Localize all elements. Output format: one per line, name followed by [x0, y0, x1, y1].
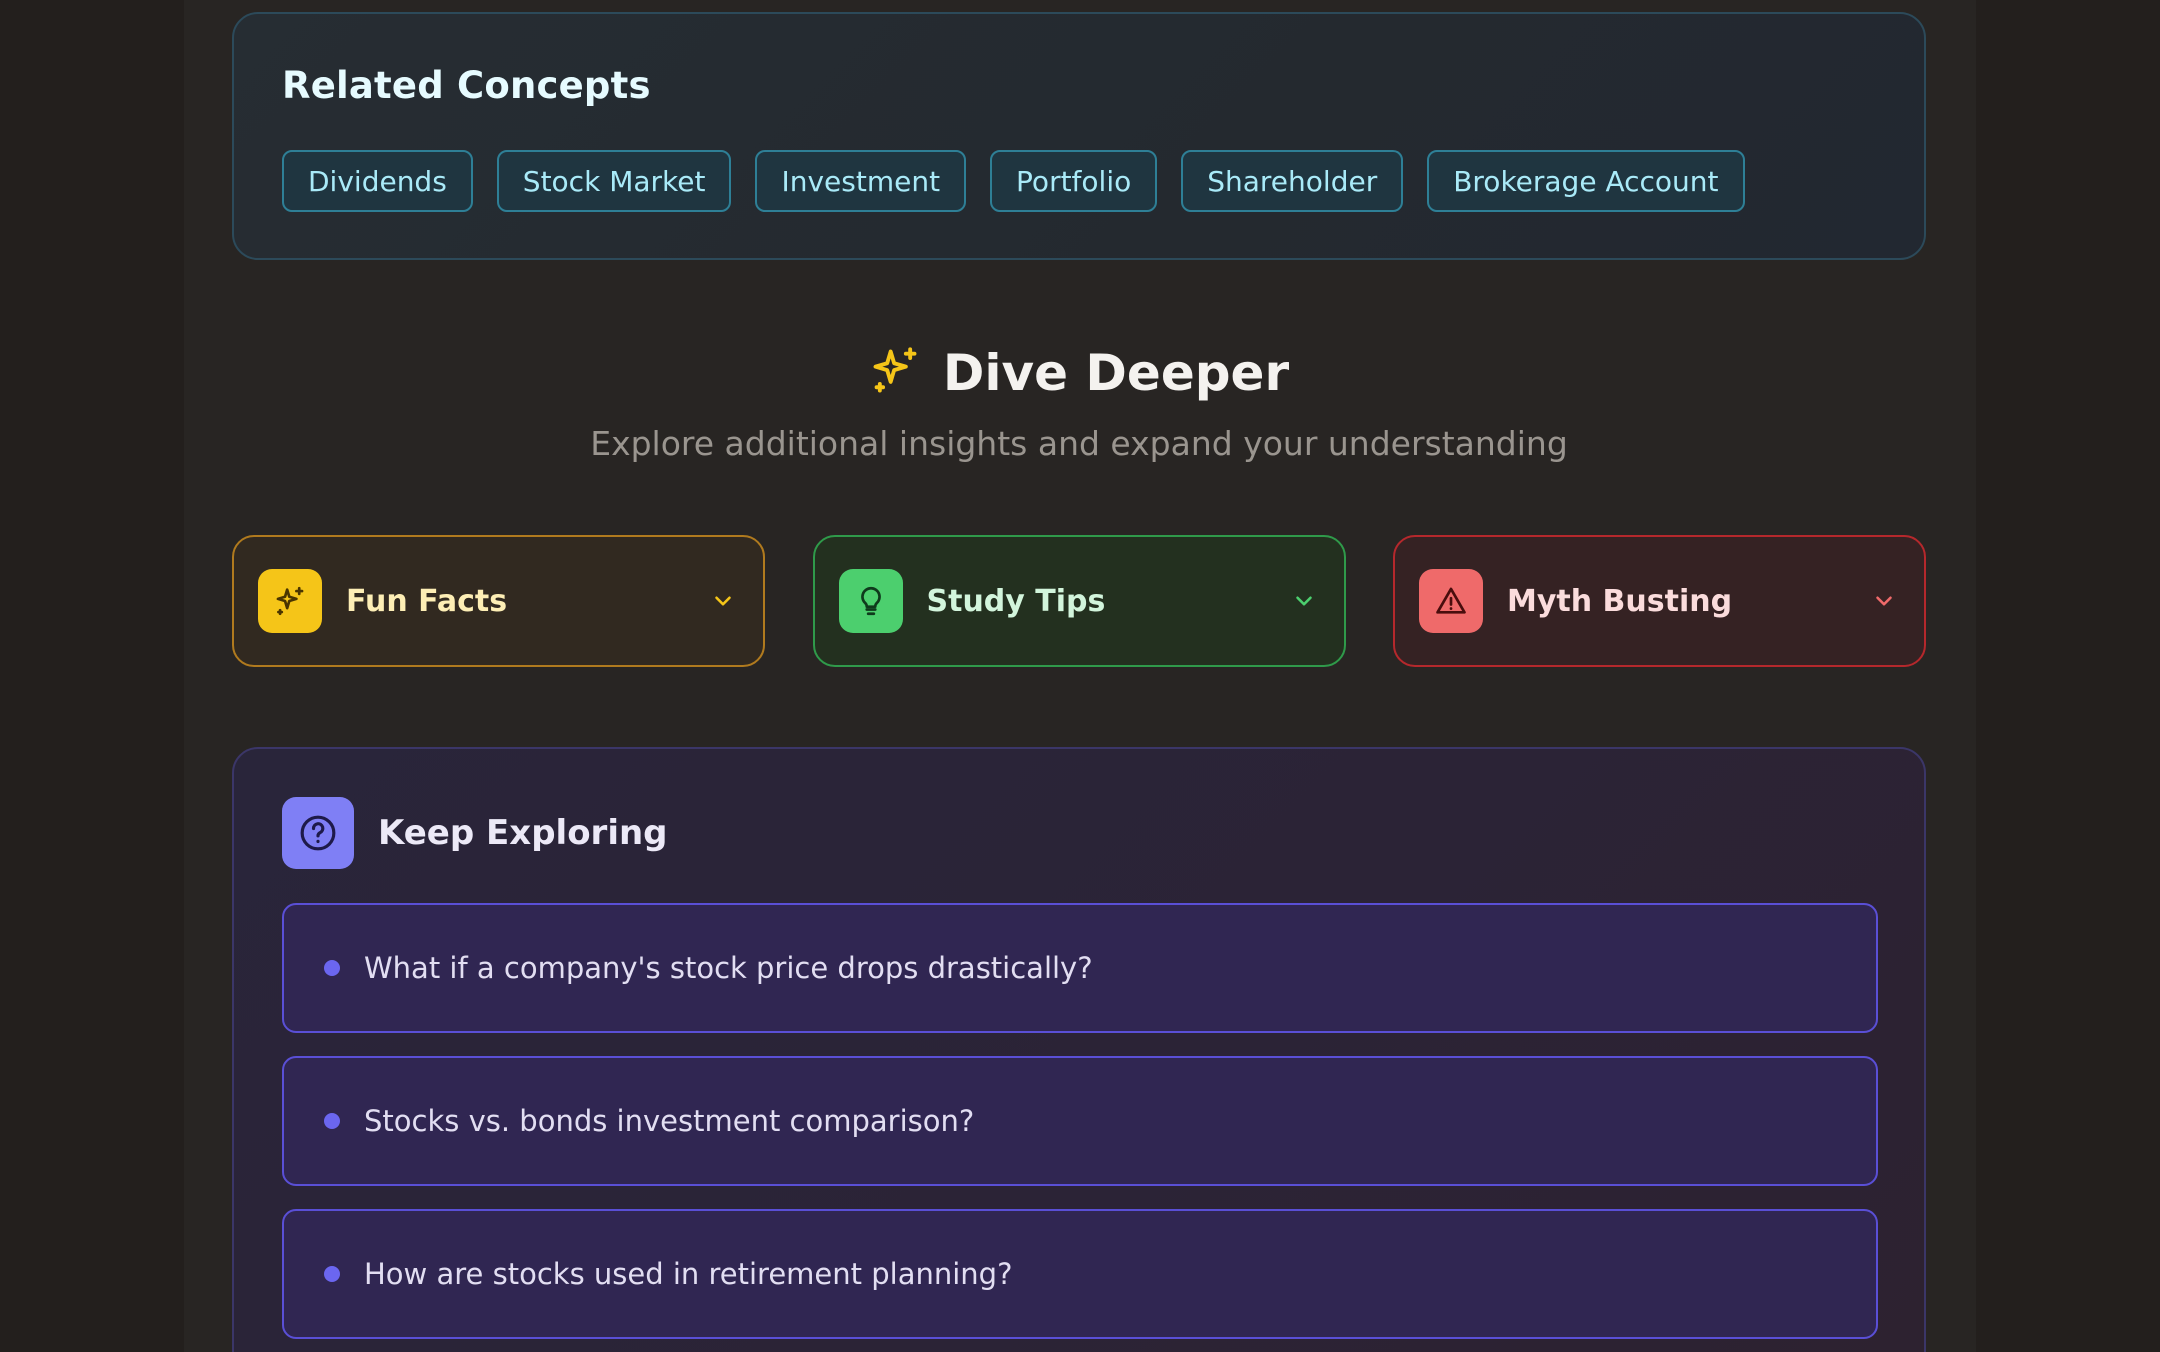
sparkle-icon: [869, 345, 921, 401]
myth-busting-card[interactable]: Myth Busting: [1393, 535, 1926, 667]
concept-chip-investment[interactable]: Investment: [755, 150, 967, 212]
chevron-down-icon[interactable]: [707, 585, 739, 617]
question-text: What if a company's stock price drops dr…: [364, 951, 1093, 985]
concept-chip-stock-market[interactable]: Stock Market: [496, 150, 732, 212]
fun-facts-card[interactable]: Fun Facts: [232, 535, 765, 667]
dive-deeper-subtitle: Explore additional insights and expand y…: [590, 424, 1568, 463]
sparkle-icon: [258, 569, 322, 633]
fun-facts-label: Fun Facts: [346, 583, 508, 619]
question-text: Stocks vs. bonds investment comparison?: [364, 1104, 975, 1138]
chevron-down-icon[interactable]: [1868, 585, 1900, 617]
page: Related Concepts Dividends Stock Market …: [0, 0, 2160, 1352]
dive-deeper-header: Dive Deeper: [232, 338, 1926, 408]
warning-icon: [1419, 569, 1483, 633]
concept-chips: Dividends Stock Market Investment Portfo…: [282, 150, 1745, 212]
bullet-icon: [324, 1266, 340, 1282]
question-item[interactable]: Stocks vs. bonds investment comparison?: [282, 1056, 1878, 1186]
lightbulb-icon: [838, 569, 903, 633]
question-item[interactable]: What if a company's stock price drops dr…: [282, 903, 1878, 1033]
dive-deeper-title: Dive Deeper: [942, 344, 1290, 402]
question-text: How are stocks used in retirement planni…: [364, 1257, 1013, 1291]
myth-busting-label: Myth Busting: [1507, 583, 1733, 619]
bullet-icon: [324, 1113, 340, 1129]
concept-chip-portfolio[interactable]: Portfolio: [990, 150, 1158, 212]
concept-chip-dividends[interactable]: Dividends: [282, 150, 473, 212]
concept-chip-shareholder[interactable]: Shareholder: [1181, 150, 1404, 212]
question-list: What if a company's stock price drops dr…: [282, 903, 1878, 1352]
study-tips-label: Study Tips: [926, 583, 1106, 619]
related-concepts-panel: Related Concepts Dividends Stock Market …: [232, 12, 1926, 260]
keep-exploring-header: Keep Exploring: [282, 797, 668, 869]
study-tips-card[interactable]: Study Tips: [812, 535, 1346, 667]
keep-exploring-title: Keep Exploring: [378, 813, 668, 853]
concept-chip-brokerage-account[interactable]: Brokerage Account: [1427, 150, 1745, 212]
related-concepts-title: Related Concepts: [282, 64, 651, 107]
bullet-icon: [324, 960, 340, 976]
question-item[interactable]: How are stocks used in retirement planni…: [282, 1209, 1878, 1339]
chevron-down-icon[interactable]: [1288, 585, 1320, 617]
insight-cards: Fun Facts Study Tips Myth Busting: [232, 535, 1926, 667]
help-circle-icon: [282, 797, 354, 869]
keep-exploring-panel: Keep Exploring What if a company's stock…: [232, 747, 1926, 1352]
